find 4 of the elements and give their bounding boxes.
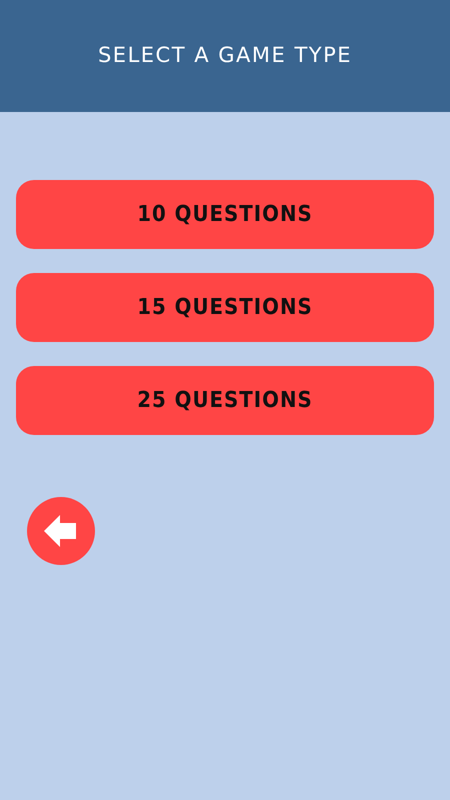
screen-title: SELECT A GAME TYPE xyxy=(98,42,352,70)
game-type-button[interactable]: 10 QUESTIONS xyxy=(16,180,434,249)
game-type-button[interactable]: 15 QUESTIONS xyxy=(16,273,434,342)
game-type-button[interactable]: 25 QUESTIONS xyxy=(16,366,434,435)
